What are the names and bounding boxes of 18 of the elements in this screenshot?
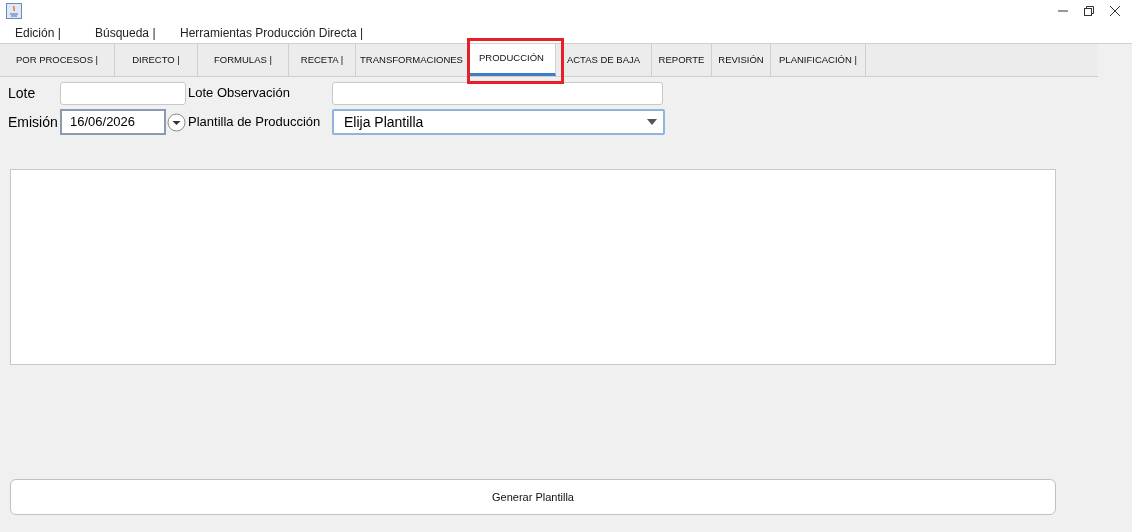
menu-item[interactable]: Herramientas Producción Directa | — [180, 23, 400, 42]
restore-icon[interactable] — [1084, 6, 1094, 16]
dropdown-icon[interactable] — [167, 112, 186, 132]
field-label: Lote — [7, 83, 37, 103]
input-field[interactable] — [60, 81, 186, 105]
input-field[interactable] — [332, 81, 663, 105]
tab[interactable]: PRODUCCIÓN — [468, 44, 556, 76]
field-label: Lote Observación — [187, 84, 291, 103]
field-label: Emisión — [7, 112, 59, 132]
date-field[interactable]: 16/06/2026 — [60, 109, 166, 135]
close-icon[interactable] — [1110, 6, 1120, 16]
generate-button[interactable]: Generar Plantilla — [10, 479, 1056, 515]
app-icon — [6, 3, 22, 19]
menu-item[interactable]: Búsqueda | — [95, 23, 180, 42]
template-select[interactable]: Elija Plantilla — [332, 109, 665, 135]
caret-icon — [647, 119, 657, 125]
menu-item[interactable]: Edición | — [15, 23, 95, 42]
field-label: Plantilla de Producción — [187, 113, 322, 132]
